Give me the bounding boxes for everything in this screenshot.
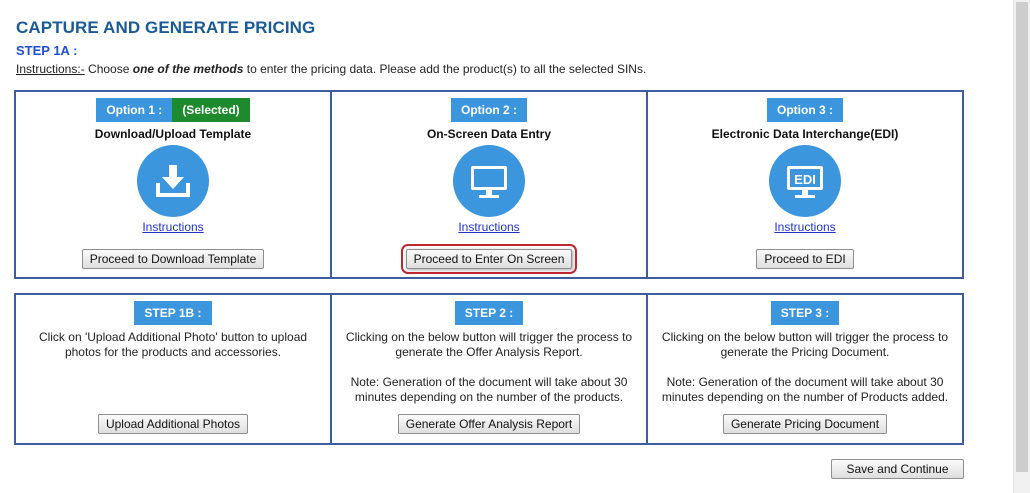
instructions-text: Instructions:- Choose one of the methods… [16, 62, 646, 76]
selected-badge: (Selected) [172, 98, 250, 122]
option-2-card: Option 2 : On-Screen Data Entry Instruct… [332, 92, 648, 277]
save-and-continue-button[interactable]: Save and Continue [831, 459, 964, 479]
step-3-card: STEP 3 : Clicking on the below button wi… [648, 295, 962, 443]
proceed-download-template-button[interactable]: Proceed to Download Template [81, 249, 265, 269]
step-1b-card: STEP 1B : Click on 'Upload Additional Ph… [16, 295, 332, 443]
instructions-pre: Choose [84, 62, 133, 76]
edi-icon-text: EDI [794, 172, 816, 187]
step-2-text: Clicking on the below button will trigge… [345, 330, 633, 359]
step-3-text: Clicking on the below button will trigge… [661, 330, 949, 359]
generate-pricing-document-button[interactable]: Generate Pricing Document [722, 414, 888, 434]
option-2-title: On-Screen Data Entry [426, 127, 552, 141]
step-1b-text: Click on 'Upload Additional Photo' butto… [38, 330, 308, 359]
instructions-lead: Instructions:- [16, 62, 85, 76]
step-3-tag: STEP 3 : [770, 301, 840, 325]
step-3-note: Note: Generation of the document will ta… [661, 375, 949, 404]
option-3-title: Electronic Data Interchange(EDI) [711, 127, 899, 141]
step-2-tag: STEP 2 : [454, 301, 524, 325]
step-2-description: Clicking on the below button will trigge… [342, 330, 636, 405]
steps-panel: STEP 1B : Click on 'Upload Additional Ph… [14, 293, 964, 445]
upload-additional-photos-button[interactable]: Upload Additional Photos [97, 414, 249, 434]
download-icon[interactable] [137, 145, 209, 217]
option-1-card: Option 1 : (Selected) Download/Upload Tem… [16, 92, 332, 277]
instructions-emphasis: one of the methods [132, 62, 244, 76]
proceed-enter-on-screen-button[interactable]: Proceed to Enter On Screen [400, 244, 578, 274]
step-1b-description: Click on 'Upload Additional Photo' butto… [26, 330, 320, 360]
option-1-title: Download/Upload Template [94, 127, 252, 141]
step-3-description: Clicking on the below button will trigge… [658, 330, 952, 405]
step-2-card: STEP 2 : Clicking on the below button wi… [332, 295, 648, 443]
option-3-instructions-link[interactable]: Instructions [648, 220, 962, 234]
step-1a-label: STEP 1A : [16, 43, 78, 58]
step-2-note: Note: Generation of the document will ta… [350, 375, 628, 404]
option-1-tag: Option 1 : [96, 98, 173, 122]
edi-icon[interactable]: EDI [769, 145, 841, 217]
option-1-instructions-link[interactable]: Instructions [16, 220, 330, 234]
options-panel: Option 1 : (Selected) Download/Upload Tem… [14, 90, 964, 279]
instructions-post: to enter the pricing data. Please add th… [243, 62, 647, 76]
proceed-edi-button[interactable]: Proceed to EDI [756, 249, 854, 269]
generate-offer-analysis-report-button[interactable]: Generate Offer Analysis Report [397, 414, 581, 434]
page-title: CAPTURE AND GENERATE PRICING [16, 18, 316, 37]
step-1b-tag: STEP 1B : [134, 301, 212, 325]
option-2-tag: Option 2 : [451, 98, 527, 122]
scrollbar-thumb[interactable] [1016, 2, 1028, 472]
vertical-scrollbar[interactable] [1013, 0, 1030, 493]
option-2-instructions-link[interactable]: Instructions [332, 220, 646, 234]
option-3-card: Option 3 : Electronic Data Interchange(E… [648, 92, 962, 277]
option-3-tag: Option 3 : [767, 98, 843, 122]
monitor-icon[interactable] [453, 145, 525, 217]
